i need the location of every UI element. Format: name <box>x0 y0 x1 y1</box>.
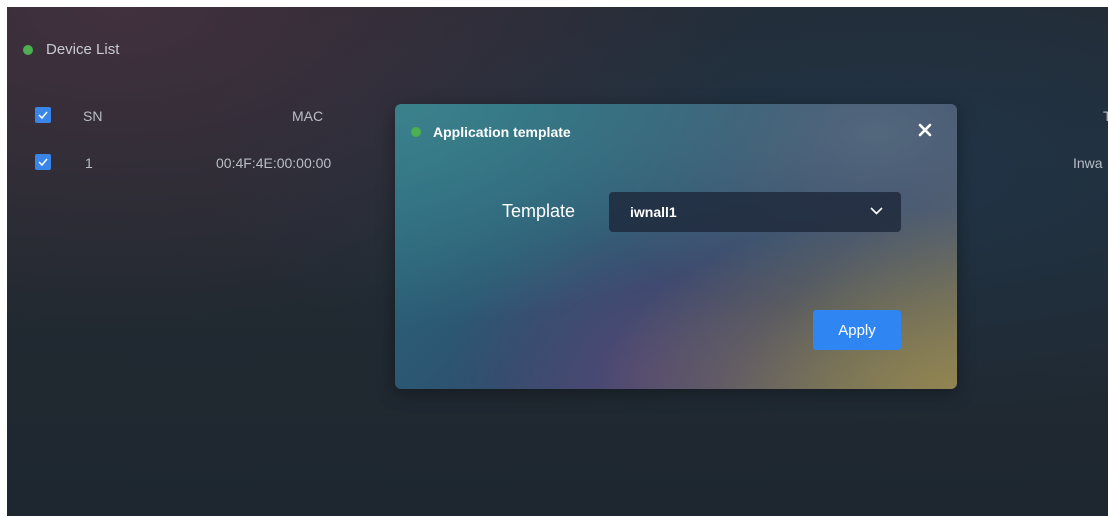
column-header-sn[interactable]: SN <box>83 103 102 129</box>
application-template-dialog: Application template Template iwnall1 Ap… <box>395 104 957 389</box>
row-checkbox[interactable] <box>35 154 51 170</box>
checkmark-icon <box>38 111 48 119</box>
row-mac: 00:4F:4E:00:00:00 <box>216 155 332 171</box>
panel-title: Device List <box>46 41 120 58</box>
apply-button[interactable]: Apply <box>813 310 901 350</box>
column-header-t[interactable]: T <box>1103 103 1108 129</box>
status-dot-icon <box>411 127 421 137</box>
row-sn: 1 <box>85 155 93 171</box>
status-dot-icon <box>23 44 33 55</box>
dialog-title: Application template <box>433 124 571 140</box>
template-select-value: iwnall1 <box>630 204 677 220</box>
panel-header: Device List <box>23 41 119 58</box>
dialog-header: Application template <box>411 124 571 140</box>
row-t: Inwa <box>1073 155 1103 171</box>
chevron-down-icon <box>870 207 883 215</box>
column-header-mac[interactable]: MAC <box>292 103 323 129</box>
template-label: Template <box>502 201 576 221</box>
device-list-panel: Device List SN MAC T 1 00:4F:4E:00:00:00… <box>7 7 1108 516</box>
close-icon[interactable] <box>915 120 935 140</box>
template-select[interactable]: iwnall1 <box>609 192 901 232</box>
select-all-checkbox[interactable] <box>35 107 51 123</box>
checkmark-icon <box>38 158 48 166</box>
